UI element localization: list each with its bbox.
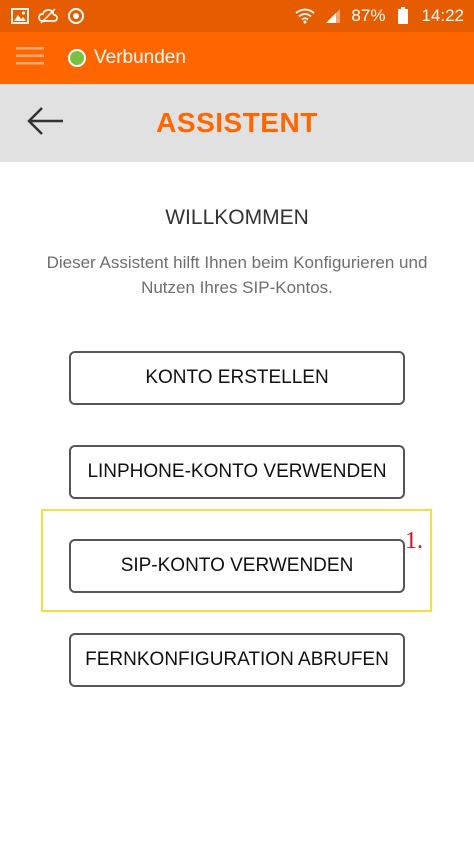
welcome-description: Dieser Assistent hilft Ihnen beim Konfig…: [46, 253, 428, 297]
fetch-remote-config-button[interactable]: FERNKONFIGURATION ABRUFEN: [69, 633, 405, 687]
clock: 14:22: [421, 6, 464, 25]
connection-status: Verbunden: [68, 47, 186, 69]
sync-icon: [66, 6, 86, 26]
cloud-icon: [38, 6, 58, 26]
signal-icon: [323, 6, 343, 26]
title-bar: ASSISTENT: [0, 84, 474, 162]
menu-button[interactable]: [0, 32, 60, 84]
wifi-icon: [295, 6, 315, 26]
connection-status-label: Verbunden: [94, 47, 186, 68]
app-bar: Verbunden: [0, 32, 474, 84]
status-bar-right: 87% 14:22: [295, 6, 464, 26]
back-arrow-icon: [27, 106, 65, 141]
battery-icon: [393, 6, 413, 26]
hamburger-menu-icon: [16, 45, 44, 72]
image-icon: [10, 6, 30, 26]
battery-percentage: 87%: [351, 6, 386, 25]
create-account-button[interactable]: KONTO ERSTELLEN: [69, 351, 405, 405]
status-bar-left: [10, 6, 86, 26]
use-sip-account-button[interactable]: SIP-KONTO VERWENDEN: [69, 539, 405, 593]
connection-status-led-icon: [68, 49, 86, 67]
page-title: ASSISTENT: [156, 107, 318, 138]
welcome-title: WILLKOMMEN: [165, 206, 309, 229]
back-button[interactable]: [22, 102, 70, 144]
annotation-label: 1.: [405, 528, 423, 554]
use-linphone-account-button[interactable]: LINPHONE-KONTO VERWENDEN: [69, 445, 405, 499]
status-bar: 87% 14:22: [0, 0, 474, 32]
